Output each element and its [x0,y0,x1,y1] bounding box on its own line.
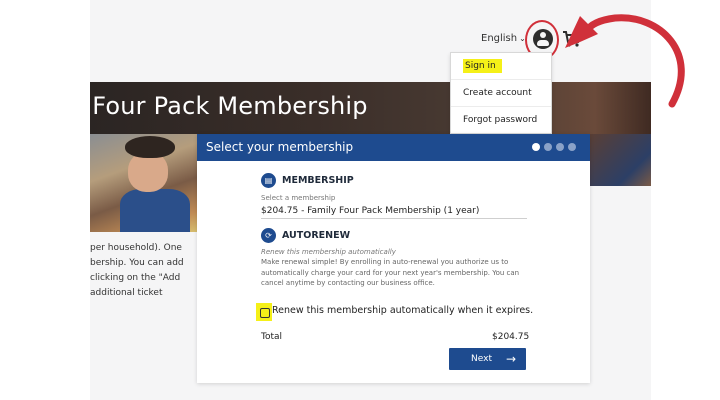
autorenew-heading: AUTORENEW [282,230,351,241]
hero-image-right [590,134,651,186]
autorenew-subtitle: Renew this membership automatically [261,248,396,256]
next-button-label: Next [471,354,492,364]
language-label: English [481,33,518,44]
side-description: per household). One bership. You can add… [90,241,200,301]
next-button[interactable]: Next → [449,348,526,370]
total-label: Total [261,332,283,342]
screen: English⌄ 1 y Four Pack Membership Sign i… [0,0,720,400]
modal-header: Select your membership [197,134,590,161]
menu-item-forgot-password[interactable]: Forgot password [451,107,551,134]
step-dot [532,143,540,151]
side-text-line: per household). One [90,243,182,253]
autorenew-checkbox-label[interactable]: Renew this membership automatically when… [272,305,533,316]
hero-title: y Four Pack Membership [90,92,368,120]
hero-banner: y Four Pack Membership [90,82,651,134]
arrow-right-icon: → [505,352,516,366]
step-dot [556,143,564,151]
child-photo [90,134,197,232]
menu-item-sign-in[interactable]: Sign in [451,53,551,80]
modal-title: Select your membership [206,140,354,154]
autorenew-checkbox[interactable] [260,308,270,318]
total-value: $204.75 [492,332,530,342]
language-selector[interactable]: English ⌄ [481,33,526,44]
step-dot [544,143,552,151]
side-text-line: additional ticket [90,288,163,298]
membership-card-icon: ▤ [261,173,276,188]
autorenew-icon: ⟳ [261,228,276,243]
step-dot [568,143,576,151]
divider [261,218,527,219]
autorenew-description: Make renewal simple! By enrolling in aut… [261,258,520,287]
membership-heading: MEMBERSHIP [282,175,354,186]
menu-item-create-account[interactable]: Create account [451,80,551,107]
membership-select-label: Select a membership [261,194,336,202]
side-text-line: bership. You can add [90,258,184,268]
account-dropdown: Sign in Create account Forgot password [450,52,552,134]
membership-select[interactable]: $204.75 - Family Four Pack Membership (1… [261,206,479,216]
side-text-line: clicking on the "Add [90,273,181,283]
menu-item-sign-in-label: Sign in [463,59,502,73]
step-indicator [532,143,576,151]
